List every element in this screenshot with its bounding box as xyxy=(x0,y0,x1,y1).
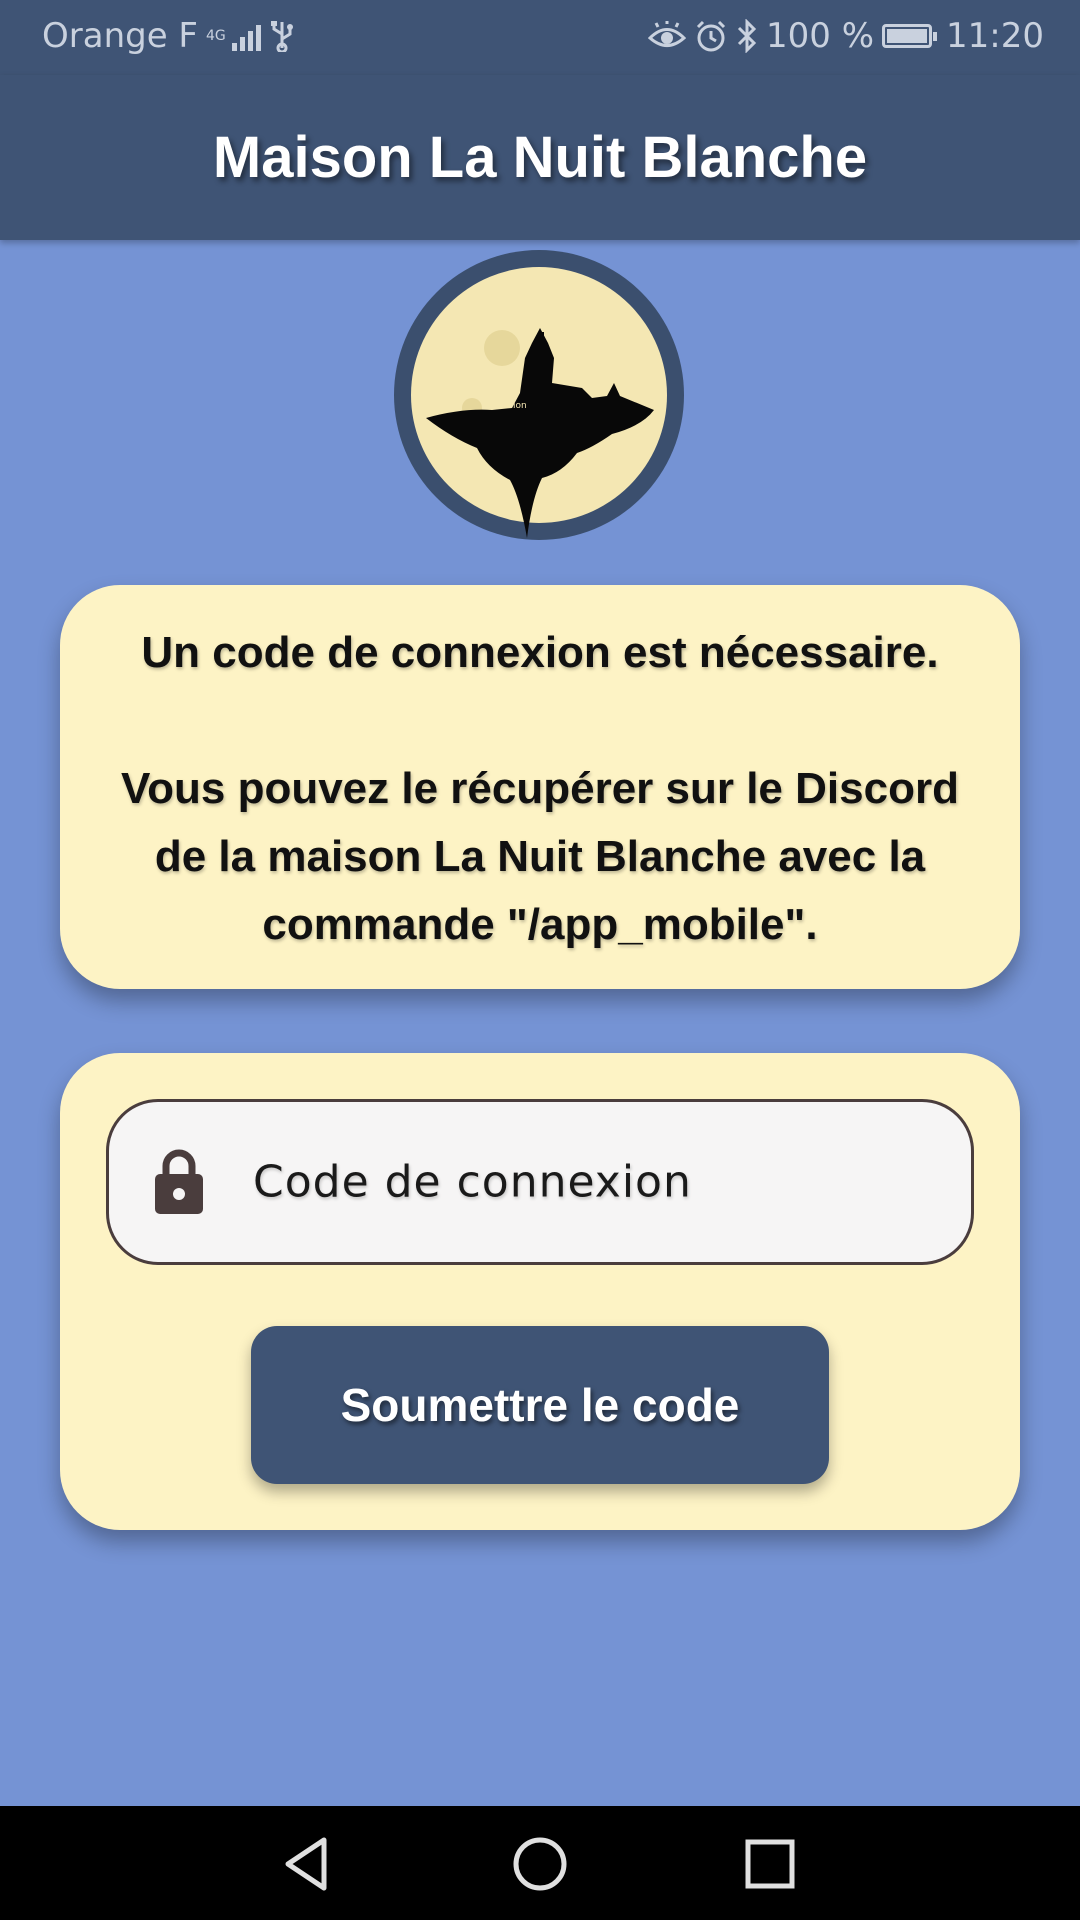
recents-icon[interactable] xyxy=(738,1832,802,1896)
network-type-badge: 4G xyxy=(206,28,226,44)
signal-icon xyxy=(232,21,261,51)
info-instructions-text: Vous pouvez le récupérer sur le Discord … xyxy=(121,764,959,949)
back-icon[interactable] xyxy=(276,1832,340,1896)
status-bar: Orange F 4G 100 % 11:20 xyxy=(0,0,1080,75)
carrier-name: Orange F xyxy=(42,16,198,56)
screen: Orange F 4G 100 % 11:20 Maison La Nuit B… xyxy=(0,0,1080,1920)
info-card: Un code de connexion est nécessaire. Vou… xyxy=(60,585,1020,989)
app-bar: Maison La Nuit Blanche xyxy=(0,75,1080,240)
clock: 11:20 xyxy=(946,16,1044,56)
info-required-text: Un code de connexion est nécessaire. xyxy=(141,628,939,677)
code-field[interactable]: Code de connexion xyxy=(106,1099,974,1265)
app-title: Maison La Nuit Blanche xyxy=(212,125,868,190)
status-right: 100 % 11:20 xyxy=(648,16,1044,56)
logo-label: Pension xyxy=(492,401,527,411)
usb-icon xyxy=(271,21,293,52)
code-input[interactable] xyxy=(109,1102,971,1262)
home-icon[interactable] xyxy=(508,1832,572,1896)
battery-fill xyxy=(887,29,928,43)
eye-icon xyxy=(648,21,686,47)
submit-code-button[interactable]: Soumettre le code xyxy=(251,1326,829,1484)
battery-icon xyxy=(882,24,938,48)
nav-bar xyxy=(0,1806,1080,1920)
bluetooth-icon xyxy=(737,19,757,53)
status-left: Orange F 4G xyxy=(42,16,295,56)
moon-castle-logo: Pension xyxy=(394,250,684,540)
alarm-icon xyxy=(696,20,726,52)
login-form-card: Code de connexion Soumettre le code xyxy=(60,1053,1020,1530)
battery-percent: 100 % xyxy=(766,16,875,56)
info-text: Un code de connexion est nécessaire. Vou… xyxy=(100,619,980,959)
